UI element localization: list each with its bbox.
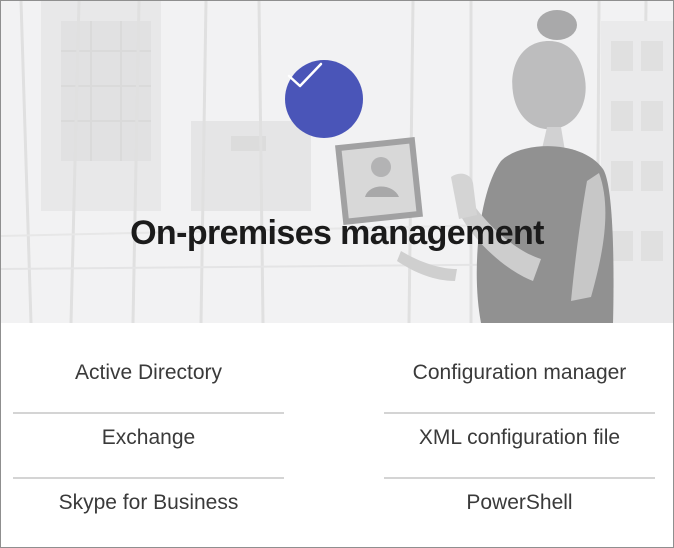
link-label: Active Directory (74, 360, 223, 384)
page-title: On-premises management (130, 214, 544, 252)
left-link-column: Active Directory Exchange Skype for Busi… (13, 349, 284, 542)
hero-banner: On-premises management (1, 1, 673, 323)
office-background-image (1, 1, 673, 323)
checkmark-badge (285, 60, 363, 138)
on-premises-management-card: On-premises management Active Directory … (0, 0, 674, 548)
link-active-directory[interactable]: Active Directory (13, 349, 284, 414)
link-label: Skype for Business (58, 490, 239, 514)
link-exchange[interactable]: Exchange (13, 414, 284, 479)
link-xml-configuration-file[interactable]: XML configuration file (384, 414, 655, 479)
link-label: Exchange (101, 425, 196, 449)
link-powershell[interactable]: PowerShell (384, 479, 655, 542)
link-label: Configuration manager (412, 360, 627, 384)
link-label: XML configuration file (418, 425, 621, 449)
link-configuration-manager[interactable]: Configuration manager (384, 349, 655, 414)
link-skype-for-business[interactable]: Skype for Business (13, 479, 284, 542)
checkmark-icon (287, 62, 323, 88)
link-label: PowerShell (466, 490, 573, 514)
right-link-column: Configuration manager XML configuration … (384, 349, 655, 542)
topic-links: Active Directory Exchange Skype for Busi… (1, 323, 673, 547)
